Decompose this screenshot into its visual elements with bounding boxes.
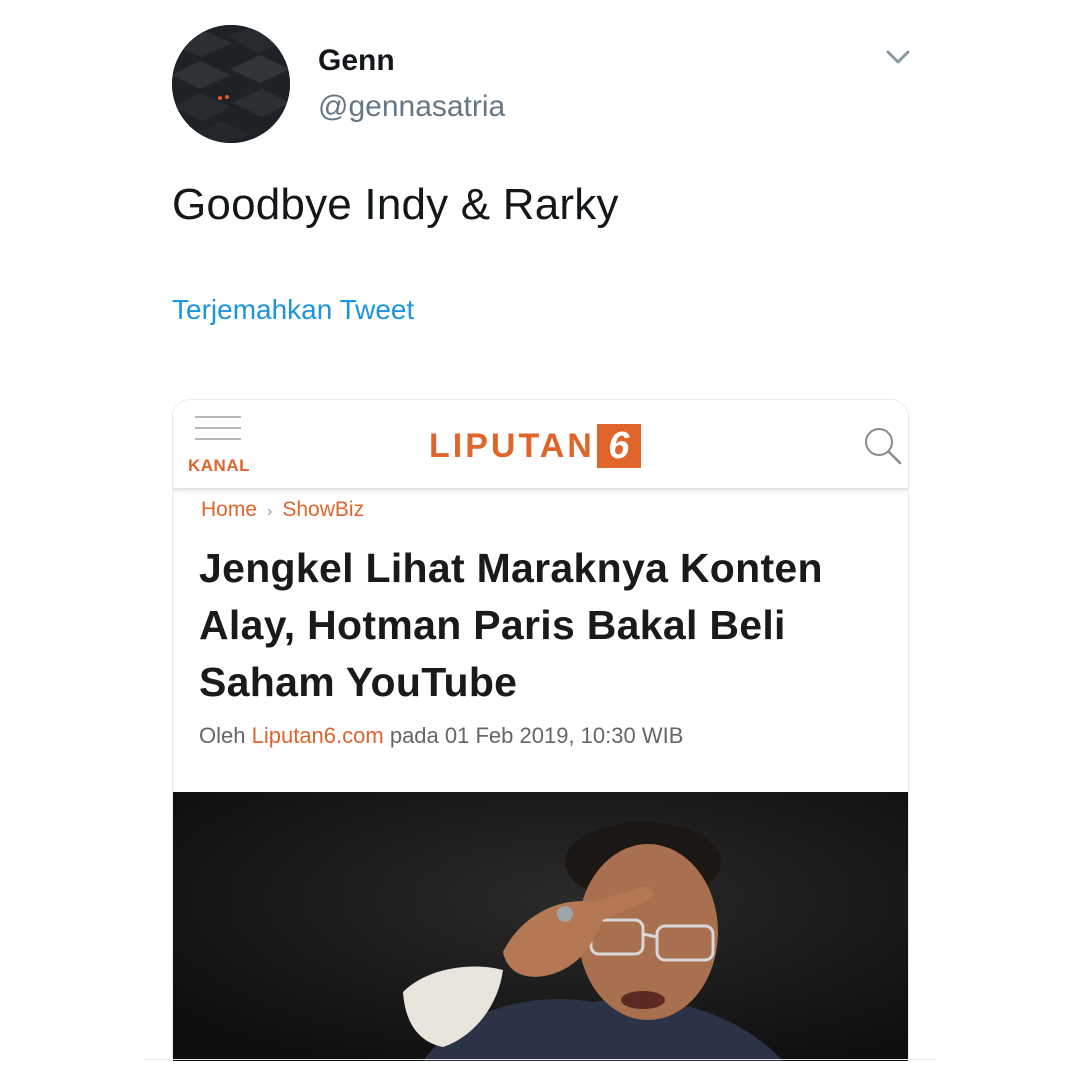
byline-middle: pada <box>389 723 439 748</box>
translate-tweet-link[interactable]: Terjemahkan Tweet <box>172 294 414 326</box>
menu-label[interactable]: KANAL <box>188 456 250 476</box>
logo-number: 6 <box>596 424 641 468</box>
divider <box>145 1059 935 1060</box>
user-handle[interactable]: @gennasatria <box>318 90 505 124</box>
byline-datetime: 01 Feb 2019, 10:30 WIB <box>444 723 684 748</box>
tweet-text: Goodbye Indy & Rarky <box>172 180 619 229</box>
avatar[interactable] <box>172 25 290 143</box>
breadcrumb-home[interactable]: Home <box>201 498 257 521</box>
user-name[interactable]: Genn <box>318 44 395 78</box>
article-headline: Jengkel Lihat Maraknya Konten Alay, Hotm… <box>199 545 823 705</box>
site-header: KANAL LIPUTAN 6 <box>173 400 908 490</box>
breadcrumb-separator: › <box>267 503 273 520</box>
hamburger-menu-icon[interactable] <box>195 416 241 444</box>
logo-text: LIPUTAN <box>429 426 595 465</box>
byline-source[interactable]: Liputan6.com <box>252 723 384 748</box>
article-photo <box>173 792 908 1061</box>
article-screenshot[interactable]: KANAL LIPUTAN 6 Home › ShowBiz Jengkel Lih… <box>172 399 909 1061</box>
breadcrumb: Home › ShowBiz <box>201 498 364 522</box>
byline-prefix: Oleh <box>199 723 246 748</box>
site-logo[interactable]: LIPUTAN 6 <box>429 422 641 470</box>
breadcrumb-section[interactable]: ShowBiz <box>282 498 364 521</box>
chevron-down-icon[interactable] <box>882 44 914 70</box>
search-icon[interactable] <box>863 426 903 466</box>
article-byline: Oleh Liputan6.com pada 01 Feb 2019, 10:3… <box>199 723 683 749</box>
